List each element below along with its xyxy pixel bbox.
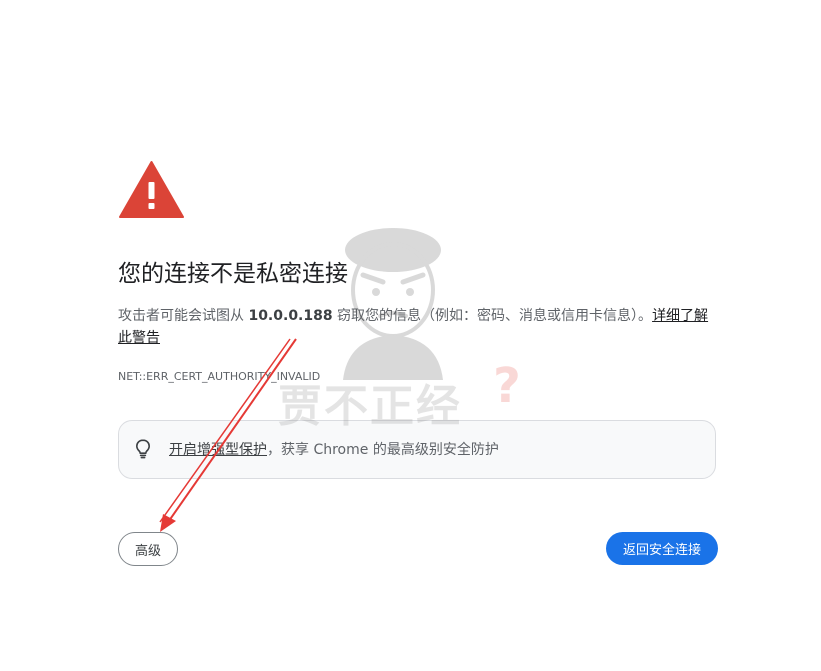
error-code: NET::ERR_CERT_AUTHORITY_INVALID (118, 370, 321, 383)
watermark-question-mark: ? (493, 358, 521, 414)
protection-rest: ，获享 Chrome 的最高级别安全防护 (267, 442, 499, 458)
page-title: 您的连接不是私密连接 (118, 261, 348, 287)
back-to-safety-button[interactable]: 返回安全连接 (606, 532, 718, 565)
enhanced-protection-banner: 开启增强型保护，获享 Chrome 的最高级别安全防护 (118, 420, 716, 479)
enable-enhanced-protection-link[interactable]: 开启增强型保护 (169, 442, 267, 458)
advanced-button[interactable]: 高级 (118, 532, 178, 566)
explanation-prefix: 攻击者可能会试图从 (118, 308, 249, 324)
protection-text: 开启增强型保护，获享 Chrome 的最高级别安全防护 (169, 440, 499, 460)
warning-triangle-icon (119, 161, 184, 218)
host-address: 10.0.0.188 (248, 308, 333, 324)
lightbulb-icon (136, 439, 150, 459)
interstitial-page: 您的连接不是私密连接 攻击者可能会试图从 10.0.0.188 窃取您的信息（例… (0, 0, 821, 671)
explanation-middle: 窃取您的信息（例如：密码、消息或信用卡信息）。 (332, 308, 653, 324)
explanation-paragraph: 攻击者可能会试图从 10.0.0.188 窃取您的信息（例如：密码、消息或信用卡… (118, 305, 718, 349)
